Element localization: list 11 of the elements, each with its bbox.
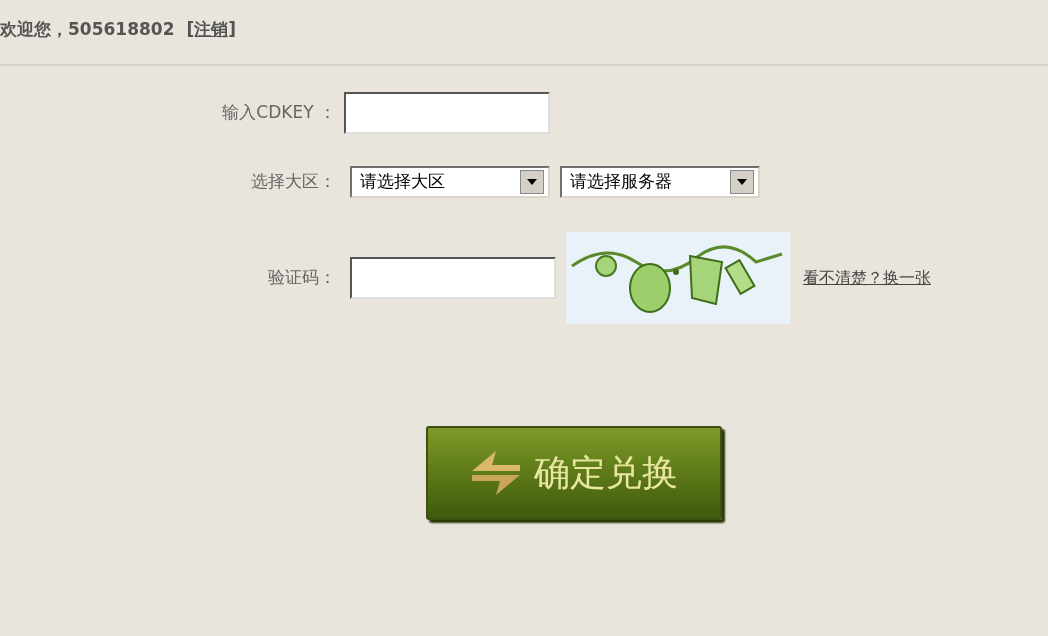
- dropdown[interactable]: 请选择服务器: [560, 166, 760, 198]
- confirm-exchange-button[interactable]: 确定兑换: [426, 426, 722, 520]
- refresh-captcha-link[interactable]: 看不清楚？换一张: [803, 266, 931, 290]
- captcha-label: 验证码：: [267, 266, 337, 290]
- logout-link[interactable]: [注销]: [186, 17, 236, 43]
- dropdown-value: 请选择大区: [360, 170, 446, 194]
- region-label: 选择大区：: [250, 170, 337, 194]
- welcome-text: 欢迎您，505618802: [0, 18, 175, 42]
- dropdown[interactable]: 请选择大区: [350, 166, 550, 198]
- cdkey-label: 输入CDKEY ：: [221, 101, 337, 125]
- dropdown-value: 请选择服务器: [570, 170, 673, 194]
